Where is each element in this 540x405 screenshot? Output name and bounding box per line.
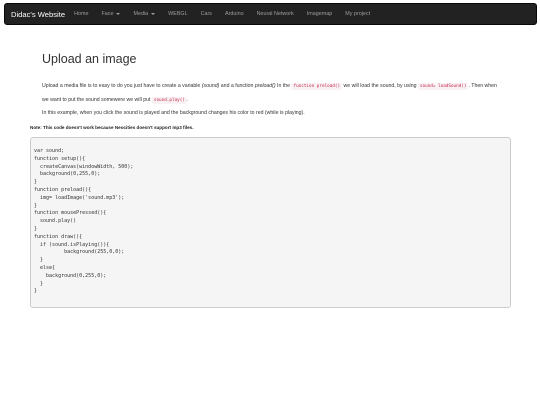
code-block-text: var sound; function setup(){ createCanva…: [34, 148, 134, 295]
example-paragraph: In this example, when you click the soun…: [42, 110, 305, 116]
nav-face-dropdown[interactable]: Face: [101, 11, 121, 17]
nav-neural-network[interactable]: Neural Network: [257, 11, 294, 17]
caret-down-icon: [151, 13, 156, 15]
nav-webgl-label: WEBGL: [168, 11, 188, 17]
intro-paragraph: Upload a media file is to easy to do you…: [42, 80, 502, 107]
nav-my-project-label: My project: [345, 11, 371, 17]
intro-text-1: Upload a media file is to easy to do you…: [42, 83, 202, 89]
nav-home-label: Home: [74, 11, 89, 17]
nav-face-label: Face: [101, 11, 114, 17]
nav-neural-network-label: Neural Network: [256, 11, 294, 17]
intro-text-2: and a function: [219, 83, 255, 89]
intro-em-sound: (sound): [201, 83, 220, 89]
nav-media-dropdown[interactable]: Media: [133, 11, 156, 17]
nav-arduino-label: Arduino: [225, 11, 244, 17]
note-text: Note: This code doesn't work because Neo…: [30, 125, 194, 130]
intro-em-preload: preload(): [254, 83, 276, 89]
nav-my-project[interactable]: My project: [345, 11, 370, 17]
page-title: Upload an image: [42, 52, 137, 66]
nav-media-label: Media: [133, 11, 149, 17]
intro-text-3: In the: [275, 83, 292, 89]
brand-link[interactable]: Didac's Website: [11, 10, 65, 19]
nav-cars[interactable]: Cars: [201, 11, 212, 17]
nav-imagemap[interactable]: Imagemap: [307, 11, 332, 17]
nav-cars-label: Cars: [200, 11, 213, 17]
inline-code-load-sound: sound= loadSound(): [417, 83, 469, 90]
caret-down-icon: [116, 13, 121, 15]
nav-arduino[interactable]: Arduino: [225, 11, 244, 17]
inline-code-sound-play: sound.play(): [151, 96, 187, 104]
nav-home[interactable]: Home: [74, 11, 88, 17]
intro-text-6: .: [186, 96, 189, 103]
nav-webgl[interactable]: WEBGL: [168, 11, 187, 17]
nav-imagemap-label: Imagemap: [306, 11, 333, 17]
navbar: Didac's Website Home Face Media WEBGL Ca…: [4, 3, 537, 25]
intro-text-4: we will load the sound, by using: [342, 83, 418, 89]
inline-code-function-preload: function preload(): [291, 83, 343, 90]
